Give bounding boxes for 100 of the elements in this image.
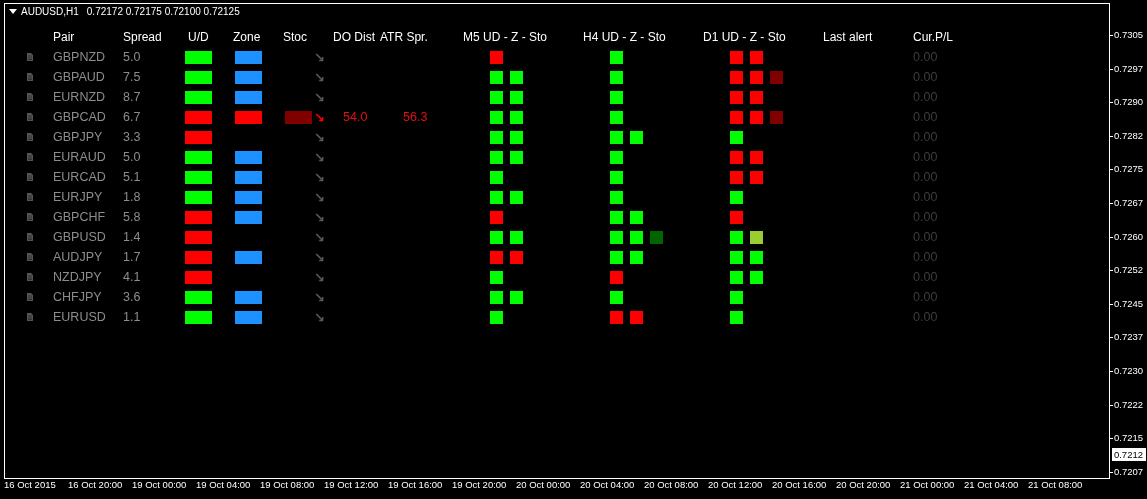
pair-name: NZDJPY — [53, 270, 103, 284]
column-header: Pair — [53, 30, 76, 44]
price-label: 0.7282 — [1114, 129, 1144, 141]
profit-loss: 0.00 — [913, 110, 938, 124]
spread-value: 4.1 — [123, 270, 142, 284]
column-header: DO Dist — [333, 30, 376, 44]
time-label: 20 Oct 20:00 — [836, 479, 892, 490]
time-label: 21 Oct 00:00 — [900, 479, 956, 490]
stoc-arrow: ↘ — [314, 230, 325, 244]
ohlc-values: 0.72172 0.72175 0.72100 0.72125 — [86, 5, 240, 17]
stoc-arrow: ↘ — [314, 270, 325, 284]
pair-name: EURJPY — [53, 190, 104, 204]
column-header: U/D — [188, 30, 210, 44]
price-label: 0.7275 — [1114, 163, 1144, 175]
pair-name: EURCAD — [53, 170, 107, 184]
price-label: 0.7260 — [1114, 230, 1144, 242]
time-label: 19 Oct 04:00 — [196, 479, 252, 490]
time-label: 20 Oct 16:00 — [772, 479, 828, 490]
column-header: D1 UD - Z - Sto — [703, 30, 787, 44]
spread-value: 5.0 — [123, 50, 142, 64]
document-icon — [27, 173, 33, 181]
spread-value: 8.7 — [123, 90, 142, 104]
profit-loss: 0.00 — [913, 50, 938, 64]
column-header: Stoc — [283, 30, 308, 44]
pair-name: EURNZD — [53, 90, 107, 104]
time-label: 20 Oct 08:00 — [644, 479, 700, 490]
time-label: 21 Oct 04:00 — [964, 479, 1020, 490]
document-icon — [27, 193, 33, 201]
spread-value: 3.6 — [123, 290, 142, 304]
time-label: 19 Oct 00:00 — [132, 479, 188, 490]
time-label: 20 Oct 00:00 — [516, 479, 572, 490]
price-label: 0.7215 — [1114, 432, 1144, 444]
spread-value: 1.1 — [123, 310, 142, 324]
chart-symbol: AUDUSD,H1 — [21, 5, 79, 17]
document-icon — [27, 313, 33, 321]
time-label: 16 Oct 2015 — [4, 479, 57, 490]
spread-value: 5.8 — [123, 210, 142, 224]
time-label: 16 Oct 20:00 — [68, 479, 124, 490]
stoc-arrow: ↘ — [314, 210, 325, 224]
profit-loss: 0.00 — [913, 170, 938, 184]
column-header: ATR Spr. — [380, 30, 429, 44]
spread-value: 1.4 — [123, 230, 142, 244]
stoc-arrow: ↘ — [314, 50, 325, 64]
profit-loss: 0.00 — [913, 210, 938, 224]
pair-name: EURAUD — [53, 150, 107, 164]
price-label: 0.7290 — [1114, 96, 1144, 108]
pair-name: EURUSD — [53, 310, 107, 324]
column-header: Cur.P/L — [913, 30, 955, 44]
pair-name: GBPAUD — [53, 70, 106, 84]
document-icon — [27, 113, 33, 121]
profit-loss: 0.00 — [913, 70, 938, 84]
stoc-arrow: ↘ — [314, 110, 325, 124]
column-header: Spread — [123, 30, 163, 44]
time-label: 19 Oct 12:00 — [324, 479, 380, 490]
profit-loss: 0.00 — [913, 270, 938, 284]
spread-value: 6.7 — [123, 110, 142, 124]
column-header: Zone — [233, 30, 262, 44]
column-header: Last alert — [823, 30, 874, 44]
profit-loss: 0.00 — [913, 90, 938, 104]
document-icon — [27, 213, 33, 221]
spread-value: 3.3 — [123, 130, 142, 144]
price-label: 0.7252 — [1114, 264, 1144, 276]
pair-name: GBPCAD — [53, 110, 107, 124]
profit-loss: 0.00 — [913, 150, 938, 164]
spread-value: 5.1 — [123, 170, 142, 184]
pair-name: GBPNZD — [53, 50, 107, 64]
pair-name: CHFJPY — [53, 290, 103, 304]
column-header: H4 UD - Z - Sto — [583, 30, 667, 44]
spread-value: 7.5 — [123, 70, 142, 84]
document-icon — [27, 273, 33, 281]
atr-spread: 56.3 — [403, 110, 428, 124]
dropdown-triangle-icon[interactable] — [9, 8, 17, 14]
price-label: 0.7207 — [1114, 465, 1144, 477]
document-icon — [27, 133, 33, 141]
stoc-arrow: ↘ — [314, 170, 325, 184]
stoc-arrow: ↘ — [314, 130, 325, 144]
stoc-arrow: ↘ — [314, 150, 325, 164]
pair-name: AUDJPY — [53, 250, 104, 264]
profit-loss: 0.00 — [913, 250, 938, 264]
time-label: 19 Oct 16:00 — [388, 479, 444, 490]
document-icon — [27, 93, 33, 101]
spread-value: 5.0 — [123, 150, 142, 164]
profit-loss: 0.00 — [913, 290, 938, 304]
time-label: 20 Oct 04:00 — [580, 479, 636, 490]
stoc-arrow: ↘ — [314, 290, 325, 304]
stoc-arrow: ↘ — [314, 250, 325, 264]
price-label: 0.7245 — [1114, 297, 1144, 309]
document-icon — [27, 153, 33, 161]
column-header: M5 UD - Z - Sto — [463, 30, 548, 44]
pair-name: GBPUSD — [53, 230, 107, 244]
current-price-label: 0.7212 — [1111, 448, 1146, 461]
stoc-arrow: ↘ — [314, 90, 325, 104]
document-icon — [27, 233, 33, 241]
pair-name: GBPCHF — [53, 210, 107, 224]
document-icon — [27, 73, 33, 81]
stoc-arrow: ↘ — [314, 310, 325, 324]
time-label: 19 Oct 20:00 — [452, 479, 508, 490]
price-label: 0.7305 — [1114, 29, 1144, 40]
time-label: 20 Oct 12:00 — [708, 479, 764, 490]
stoc-arrow: ↘ — [314, 190, 325, 204]
